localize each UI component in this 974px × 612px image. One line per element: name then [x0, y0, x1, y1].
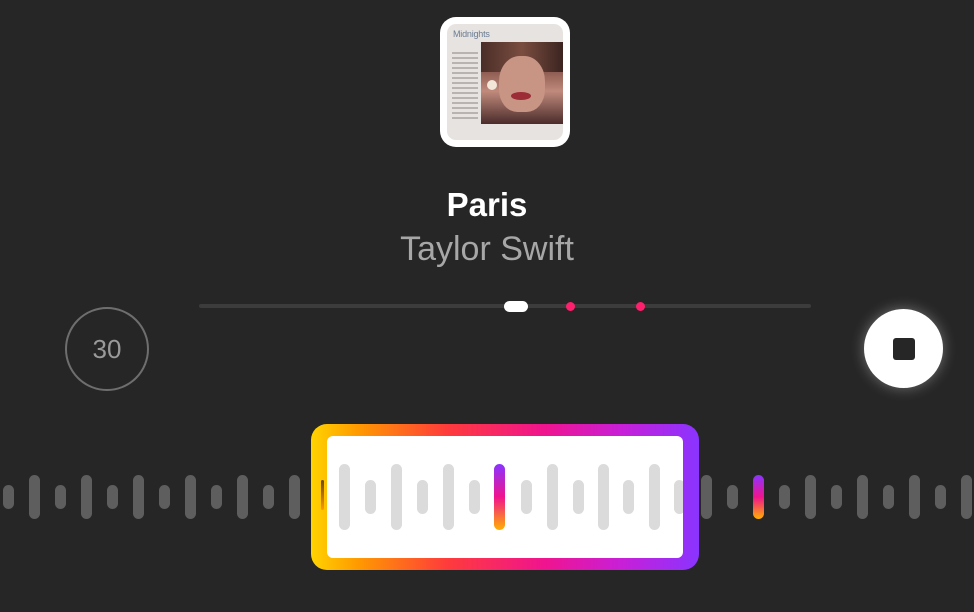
- timeline-marker[interactable]: [566, 302, 575, 311]
- waveform-bar: [883, 485, 894, 509]
- clip-selection-window: [327, 436, 683, 558]
- waveform-bar: [185, 475, 196, 519]
- waveform-bar: [573, 480, 584, 514]
- waveform-bar: [107, 485, 118, 509]
- waveform-bar: [547, 464, 558, 530]
- song-title: Paris: [446, 186, 528, 223]
- waveform-bar: [159, 485, 170, 509]
- waveform-bar: [443, 464, 454, 530]
- waveform-bar: [391, 464, 402, 530]
- album-title: Midnights: [453, 29, 490, 39]
- album-tracklist-graphic: [452, 52, 478, 122]
- waveform-bar: [961, 475, 972, 519]
- waveform-bar: [3, 485, 14, 509]
- waveform-bar: [779, 485, 790, 509]
- waveform-bar: [469, 480, 480, 514]
- waveform-bar: [623, 480, 634, 514]
- waveform-bar: [909, 475, 920, 519]
- waveform-bar: [55, 485, 66, 509]
- replay-30-icon: 30: [92, 333, 122, 364]
- waveform-bar: [701, 475, 712, 519]
- waveform-bar: [935, 485, 946, 509]
- timeline-knob[interactable]: [504, 301, 528, 312]
- waveform-bar: [831, 485, 842, 509]
- waveform-bar: [598, 464, 609, 530]
- waveform-bar: [29, 475, 40, 519]
- waveform-bar: [805, 475, 816, 519]
- waveform-bar: [674, 480, 683, 514]
- stop-icon: [892, 337, 915, 360]
- album-photo: [481, 42, 563, 124]
- album-cover: Midnights: [447, 24, 563, 140]
- artist-name: Taylor Swift: [400, 230, 574, 268]
- waveform-bar: [289, 475, 300, 519]
- waveform-bar: [417, 480, 428, 514]
- waveform-bar: [339, 464, 350, 530]
- waveform-bar: [81, 475, 92, 519]
- waveform-bar: [133, 475, 144, 519]
- left-handle[interactable]: [321, 480, 324, 510]
- playhead-bar: [494, 464, 505, 530]
- replay-30-button[interactable]: 30: [65, 307, 149, 391]
- waveform-bar: [649, 464, 660, 530]
- waveform-bar: [211, 485, 222, 509]
- stop-button[interactable]: [864, 309, 943, 388]
- waveform-bar: [857, 475, 868, 519]
- waveform-bar: [237, 475, 248, 519]
- waveform-bar: [727, 485, 738, 509]
- clip-selection-frame[interactable]: [311, 424, 699, 570]
- waveform-bar: [521, 480, 532, 514]
- waveform-bar: [365, 480, 376, 514]
- marker-bar: [753, 475, 764, 519]
- waveform-bar: [263, 485, 274, 509]
- album-art: Midnights: [440, 17, 570, 147]
- timeline-marker[interactable]: [636, 302, 645, 311]
